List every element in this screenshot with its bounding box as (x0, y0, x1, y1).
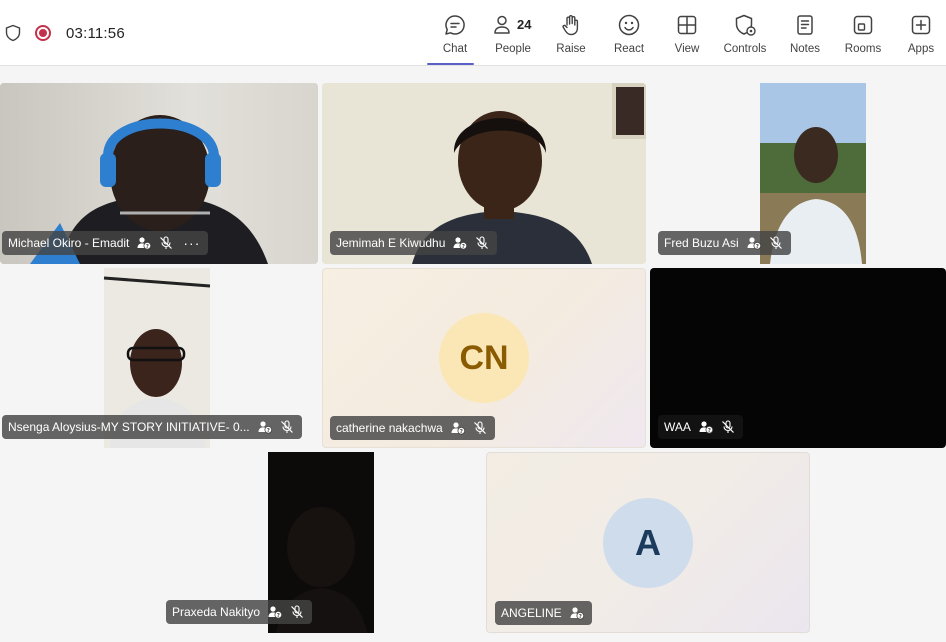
rooms-label: Rooms (844, 43, 882, 55)
view-button[interactable]: View (658, 10, 716, 60)
react-button[interactable]: React (600, 10, 658, 60)
unverified-user-icon: ? (137, 236, 152, 250)
participant-tile-jemimah[interactable]: Jemimah E Kiwudhu ? (322, 83, 646, 264)
chat-icon (445, 15, 465, 35)
participant-namebar: Fred Buzu Asi ? (658, 231, 791, 255)
react-label: React (613, 43, 645, 55)
mic-muted-icon (280, 420, 294, 434)
unverified-user-icon: ? (451, 421, 465, 435)
participant-name: ANGELINE (501, 606, 562, 620)
participant-name: WAA (664, 420, 691, 434)
unverified-user-icon: ? (258, 420, 272, 434)
participant-namebar: catherine nakachwa ? (330, 416, 495, 440)
participant-name: Nsenga Aloysius-MY STORY INITIATIVE- 0..… (8, 420, 250, 434)
participant-tile-fred-buzu-asi[interactable]: Fred Buzu Asi ? (650, 83, 946, 264)
unverified-user-icon: ? (453, 236, 468, 250)
view-grid-icon (677, 15, 697, 35)
unverified-user-icon: ? (699, 420, 713, 434)
react-smiley-icon (618, 14, 640, 36)
view-label: View (674, 43, 700, 55)
meeting-toolbar: 03:11:56 Chat 24 People Raise React View (0, 0, 946, 66)
raise-hand-icon (562, 15, 579, 36)
participant-tile-nsenga-aloysius[interactable]: Nsenga Aloysius-MY STORY INITIATIVE- 0..… (0, 268, 318, 448)
participant-name: catherine nakachwa (336, 421, 443, 435)
controls-button[interactable]: Controls (716, 10, 774, 60)
unverified-user-icon: ? (747, 236, 761, 250)
apps-add-icon (911, 15, 931, 35)
avatar-angeline: A (603, 498, 693, 588)
participant-namebar: WAA ? (658, 415, 743, 439)
raise-hand-button[interactable]: Raise (542, 10, 600, 60)
participant-namebar: Jemimah E Kiwudhu ? (330, 231, 498, 255)
participant-namebar: ANGELINE ? (495, 601, 592, 625)
svg-text:?: ? (459, 429, 462, 435)
svg-text:?: ? (277, 613, 280, 619)
participant-name: Praxeda Nakityo (172, 605, 261, 619)
svg-text:?: ? (708, 428, 711, 434)
mic-muted-icon (721, 420, 735, 434)
people-count: 24 (517, 17, 532, 32)
svg-text:?: ? (462, 244, 465, 250)
unverified-user-icon: ? (268, 605, 283, 619)
chat-button[interactable]: Chat (426, 10, 484, 65)
rooms-button[interactable]: Rooms (834, 10, 892, 60)
unverified-user-icon: ? (570, 606, 584, 620)
people-icon (494, 15, 510, 34)
apps-label: Apps (907, 43, 935, 55)
participant-tile-angeline[interactable]: A ANGELINE ? (486, 452, 810, 633)
more-options-icon[interactable]: ··· (183, 233, 200, 253)
svg-text:?: ? (578, 614, 581, 620)
participant-tile-praxeda-nakityo[interactable]: Praxeda Nakityo ? (161, 452, 481, 633)
svg-text:?: ? (146, 244, 149, 250)
participant-name: Jemimah E Kiwudhu (336, 236, 446, 250)
participant-tile-catherine-nakachwa[interactable]: CN catherine nakachwa ? (322, 268, 646, 448)
toolbar-actions: Chat 24 People Raise React View Controls (0, 0, 946, 66)
notes-label: Notes (789, 43, 821, 55)
mic-muted-icon (159, 236, 173, 250)
participant-namebar: Michael Okiro - Emadit ? ··· (2, 231, 209, 255)
svg-text:?: ? (266, 428, 269, 434)
notes-icon (797, 15, 813, 35)
svg-text:?: ? (755, 244, 758, 250)
mic-muted-icon (473, 421, 487, 435)
raise-label: Raise (556, 43, 586, 55)
notes-button[interactable]: Notes (776, 10, 834, 60)
mic-muted-icon (769, 236, 783, 250)
apps-button[interactable]: Apps (892, 10, 946, 60)
people-button[interactable]: 24 People (484, 10, 542, 60)
people-label: People (495, 43, 531, 55)
controls-label: Controls (723, 43, 767, 55)
mic-muted-icon (475, 236, 489, 250)
participant-namebar: Praxeda Nakityo ? (166, 600, 313, 624)
rooms-icon (853, 15, 873, 35)
chat-label: Chat (442, 43, 468, 55)
participant-namebar: Nsenga Aloysius-MY STORY INITIATIVE- 0..… (2, 415, 302, 439)
participant-name: Michael Okiro - Emadit (8, 236, 130, 250)
participant-tile-waa[interactable]: WAA ? (650, 268, 946, 448)
participant-name: Fred Buzu Asi (664, 236, 739, 250)
controls-shield-icon (735, 14, 756, 36)
mic-muted-icon (290, 605, 304, 619)
participant-tile-michael-okiro[interactable]: Michael Okiro - Emadit ? ··· (0, 83, 318, 264)
avatar-catherine: CN (439, 313, 529, 403)
